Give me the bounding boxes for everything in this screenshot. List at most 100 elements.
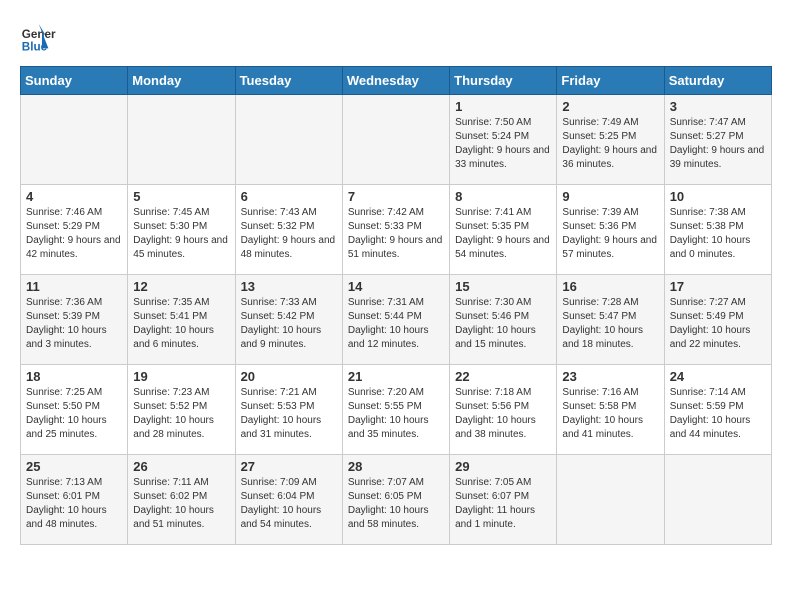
day-info: Daylight: 10 hours and 9 minutes. (241, 324, 337, 352)
day-info: Daylight: 10 hours and 51 minutes. (133, 504, 229, 532)
day-info: Sunrise: 7:25 AM (26, 386, 122, 400)
day-info: Sunset: 6:04 PM (241, 490, 337, 504)
day-info: Sunset: 5:27 PM (670, 130, 766, 144)
day-info: Sunset: 5:47 PM (562, 310, 658, 324)
calendar-cell (557, 455, 664, 545)
calendar-cell: 20Sunrise: 7:21 AMSunset: 5:53 PMDayligh… (235, 365, 342, 455)
day-info: Sunset: 5:38 PM (670, 220, 766, 234)
calendar-cell (342, 95, 449, 185)
calendar-week-4: 18Sunrise: 7:25 AMSunset: 5:50 PMDayligh… (21, 365, 772, 455)
day-number: 7 (348, 189, 444, 204)
day-info: Sunset: 5:49 PM (670, 310, 766, 324)
day-header-friday: Friday (557, 67, 664, 95)
day-info: Sunrise: 7:27 AM (670, 296, 766, 310)
day-info: Sunset: 5:24 PM (455, 130, 551, 144)
day-number: 8 (455, 189, 551, 204)
day-number: 28 (348, 459, 444, 474)
day-info: Sunrise: 7:33 AM (241, 296, 337, 310)
day-info: Sunrise: 7:42 AM (348, 206, 444, 220)
day-info: Sunset: 5:35 PM (455, 220, 551, 234)
day-info: Daylight: 10 hours and 54 minutes. (241, 504, 337, 532)
calendar-cell: 8 Sunrise: 7:41 AMSunset: 5:35 PMDaylight… (450, 185, 557, 275)
day-number: 6 (241, 189, 337, 204)
day-info: Daylight: 10 hours and 28 minutes. (133, 414, 229, 442)
day-header-wednesday: Wednesday (342, 67, 449, 95)
day-info: Sunrise: 7:50 AM (455, 116, 551, 130)
calendar-cell: 7Sunrise: 7:42 AMSunset: 5:33 PMDaylight… (342, 185, 449, 275)
day-number: 15 (455, 279, 551, 294)
day-info: Sunrise: 7:16 AM (562, 386, 658, 400)
calendar-cell (664, 455, 771, 545)
day-info: Sunrise: 7:49 AM (562, 116, 658, 130)
day-info: Sunset: 5:42 PM (241, 310, 337, 324)
day-info: Sunset: 5:56 PM (455, 400, 551, 414)
day-info: Sunrise: 7:20 AM (348, 386, 444, 400)
day-info: Sunset: 5:58 PM (562, 400, 658, 414)
day-info: Daylight: 10 hours and 15 minutes. (455, 324, 551, 352)
calendar-cell (128, 95, 235, 185)
calendar-cell: 28Sunrise: 7:07 AMSunset: 6:05 PMDayligh… (342, 455, 449, 545)
calendar-cell: 26Sunrise: 7:11 AMSunset: 6:02 PMDayligh… (128, 455, 235, 545)
day-info: Sunset: 5:32 PM (241, 220, 337, 234)
calendar-cell: 21Sunrise: 7:20 AMSunset: 5:55 PMDayligh… (342, 365, 449, 455)
calendar-cell: 11Sunrise: 7:36 AMSunset: 5:39 PMDayligh… (21, 275, 128, 365)
day-info: Sunset: 5:30 PM (133, 220, 229, 234)
day-info: Daylight: 10 hours and 35 minutes. (348, 414, 444, 442)
day-number: 27 (241, 459, 337, 474)
day-info: Sunset: 5:53 PM (241, 400, 337, 414)
day-info: Sunrise: 7:09 AM (241, 476, 337, 490)
day-info: Daylight: 10 hours and 22 minutes. (670, 324, 766, 352)
calendar-cell (235, 95, 342, 185)
day-info: Daylight: 10 hours and 3 minutes. (26, 324, 122, 352)
day-info: Sunrise: 7:18 AM (455, 386, 551, 400)
day-number: 22 (455, 369, 551, 384)
day-info: Sunset: 6:07 PM (455, 490, 551, 504)
calendar-cell: 10Sunrise: 7:38 AMSunset: 5:38 PMDayligh… (664, 185, 771, 275)
calendar-week-1: 1Sunrise: 7:50 AMSunset: 5:24 PMDaylight… (21, 95, 772, 185)
day-info: Daylight: 10 hours and 44 minutes. (670, 414, 766, 442)
day-header-monday: Monday (128, 67, 235, 95)
day-info: Daylight: 10 hours and 18 minutes. (562, 324, 658, 352)
day-info: Sunrise: 7:41 AM (455, 206, 551, 220)
day-info: Sunrise: 7:45 AM (133, 206, 229, 220)
day-info: Daylight: 10 hours and 41 minutes. (562, 414, 658, 442)
day-number: 19 (133, 369, 229, 384)
logo: General Blue (20, 20, 60, 56)
day-number: 4 (26, 189, 122, 204)
day-info: Sunset: 6:01 PM (26, 490, 122, 504)
calendar-cell: 16 Sunrise: 7:28 AMSunset: 5:47 PMDayligh… (557, 275, 664, 365)
calendar-cell: 6Sunrise: 7:43 AMSunset: 5:32 PMDaylight… (235, 185, 342, 275)
calendar-table: SundayMondayTuesdayWednesdayThursdayFrid… (20, 66, 772, 545)
day-info: Sunrise: 7:11 AM (133, 476, 229, 490)
day-number: 26 (133, 459, 229, 474)
day-number: 29 (455, 459, 551, 474)
day-number: 16 (562, 279, 658, 294)
day-info: Daylight: 10 hours and 0 minutes. (670, 234, 766, 262)
day-info: Sunset: 6:05 PM (348, 490, 444, 504)
day-header-tuesday: Tuesday (235, 67, 342, 95)
day-header-saturday: Saturday (664, 67, 771, 95)
calendar-cell: 24Sunrise: 7:14 AMSunset: 5:59 PMDayligh… (664, 365, 771, 455)
svg-text:General: General (22, 28, 56, 41)
day-info: Sunrise: 7:39 AM (562, 206, 658, 220)
day-info: Sunset: 5:44 PM (348, 310, 444, 324)
day-info: Sunset: 5:46 PM (455, 310, 551, 324)
calendar-cell: 22Sunrise: 7:18 AMSunset: 5:56 PMDayligh… (450, 365, 557, 455)
calendar-cell (21, 95, 128, 185)
day-info: Daylight: 9 hours and 54 minutes. (455, 234, 551, 262)
day-info: Sunrise: 7:31 AM (348, 296, 444, 310)
day-info: Sunset: 5:29 PM (26, 220, 122, 234)
day-number: 2 (562, 99, 658, 114)
calendar-header: SundayMondayTuesdayWednesdayThursdayFrid… (21, 67, 772, 95)
day-info: Daylight: 10 hours and 25 minutes. (26, 414, 122, 442)
day-number: 1 (455, 99, 551, 114)
calendar-week-5: 25Sunrise: 7:13 AMSunset: 6:01 PMDayligh… (21, 455, 772, 545)
day-number: 18 (26, 369, 122, 384)
day-info: Sunrise: 7:36 AM (26, 296, 122, 310)
day-info: Sunrise: 7:07 AM (348, 476, 444, 490)
day-info: Sunrise: 7:28 AM (562, 296, 658, 310)
calendar-cell: 13Sunrise: 7:33 AMSunset: 5:42 PMDayligh… (235, 275, 342, 365)
day-info: Sunrise: 7:38 AM (670, 206, 766, 220)
day-info: Sunrise: 7:43 AM (241, 206, 337, 220)
day-info: Daylight: 10 hours and 48 minutes. (26, 504, 122, 532)
